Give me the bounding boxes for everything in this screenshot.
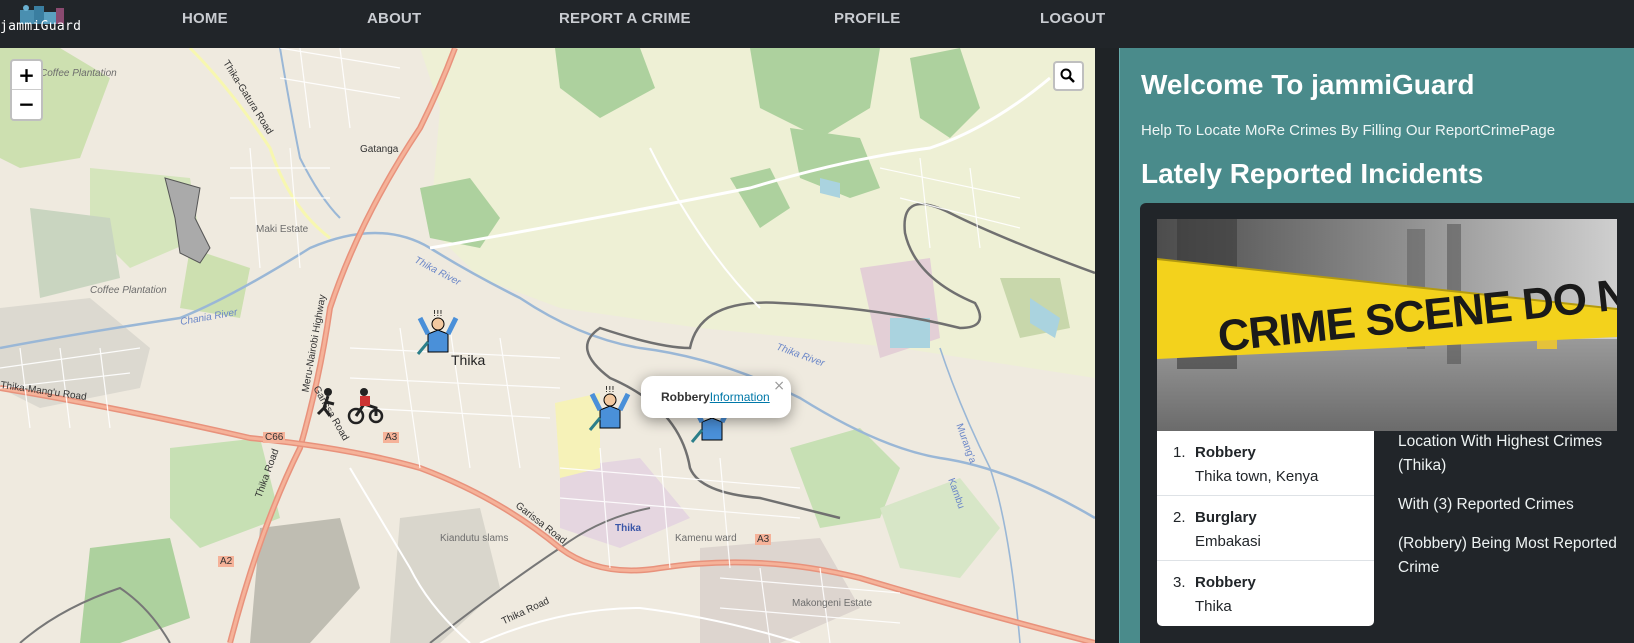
svg-text:!!!: !!! — [433, 310, 443, 318]
lately-reported-heading: Lately Reported Incidents — [1141, 158, 1484, 189]
nav-logout[interactable]: LOGOUT — [1040, 10, 1105, 27]
marker-popup: × RobberyInformation — [641, 376, 791, 418]
highest-crime-location: Location With Highest Crimes (Thika) — [1398, 433, 1603, 474]
popup-close-button[interactable]: × — [773, 378, 785, 394]
robbery-person-icon: !!! — [588, 385, 631, 431]
map-label: Thika — [615, 523, 642, 534]
list-item[interactable]: 3. Robbery Thika — [1157, 561, 1374, 626]
help-text: Help To Locate MoRe Crimes By Filling Ou… — [1141, 122, 1556, 139]
incident-number: 3. — [1173, 574, 1186, 591]
brand-logo[interactable]: jammiGuard — [0, 2, 98, 36]
map-label: Gatanga — [360, 144, 399, 155]
popup-title: Robbery — [661, 390, 710, 404]
incident-type: Robbery — [1195, 574, 1256, 591]
robbery-person-icon: !!! — [416, 309, 459, 355]
zoom-out-button[interactable]: − — [12, 90, 41, 119]
incident-number: 2. — [1173, 509, 1186, 526]
welcome-heading: Welcome To jammiGuard — [1141, 69, 1475, 100]
zoom-control: + − — [10, 59, 43, 121]
incident-type: Robbery — [1195, 444, 1256, 461]
map-search-button[interactable] — [1053, 61, 1084, 91]
map-label: A3 — [755, 534, 772, 545]
map-label: A2 — [218, 556, 235, 567]
nav-about[interactable]: ABOUT — [367, 10, 421, 27]
map-label: Makongeni Estate — [792, 598, 873, 609]
thief-motorbike-icon — [316, 388, 384, 425]
popup-content: RobberyInformation — [661, 390, 770, 404]
map-tiles[interactable] — [0, 48, 1095, 643]
zoom-in-button[interactable]: + — [12, 61, 41, 90]
map-label: A3 — [383, 432, 400, 443]
robbery-marker[interactable]: !!! — [586, 385, 634, 434]
nav-profile[interactable]: PROFILE — [834, 10, 900, 27]
list-item[interactable]: 1. Robbery Thika town, Kenya — [1157, 431, 1374, 496]
incident-location: Embakasi — [1195, 533, 1261, 550]
map-label: Kiandutu slams — [440, 533, 509, 544]
logo-text: jammiGuard — [0, 19, 82, 34]
crime-map[interactable]: Coffee Plantation Coffee Plantation Maki… — [0, 48, 1095, 643]
popup-information-link[interactable]: Information — [710, 390, 770, 404]
burglary-marker[interactable] — [314, 378, 384, 426]
crime-scene-image: CRIME SCENE DO NOT — [1157, 219, 1617, 431]
incident-list: 1. Robbery Thika town, Kenya 2. Burglary… — [1157, 431, 1374, 626]
navbar: jammiGuard HOME ABOUT REPORT A CRIME PRO… — [0, 0, 1634, 48]
incident-number: 1. — [1173, 444, 1186, 461]
incident-location: Thika — [1195, 598, 1232, 615]
map-label: C66 — [263, 432, 286, 443]
crime-stats: Location With Highest Crimes (Thika) Wit… — [1398, 430, 1628, 595]
panel-divider — [1095, 48, 1119, 643]
svg-text:!!!: !!! — [605, 386, 615, 394]
crime-scene-tape-image: CRIME SCENE DO NOT — [1157, 219, 1617, 431]
list-item[interactable]: 2. Burglary Embakasi — [1157, 496, 1374, 561]
incident-type: Burglary — [1195, 509, 1257, 526]
incident-location: Thika town, Kenya — [1195, 468, 1319, 485]
most-reported-crime: (Robbery) Being Most Reported Crime — [1398, 535, 1617, 576]
nav-home[interactable]: HOME — [182, 10, 228, 27]
robbery-marker[interactable]: !!! — [414, 309, 462, 358]
map-label: Coffee Plantation — [40, 68, 117, 79]
nav-report-crime[interactable]: REPORT A CRIME — [559, 10, 691, 27]
reported-crime-count: With (3) Reported Crimes — [1398, 496, 1574, 513]
map-label: Maki Estate — [256, 224, 309, 235]
map-label: Coffee Plantation — [90, 285, 167, 296]
magnifier-icon — [1060, 68, 1075, 83]
map-label: Kamenu ward — [675, 533, 737, 544]
